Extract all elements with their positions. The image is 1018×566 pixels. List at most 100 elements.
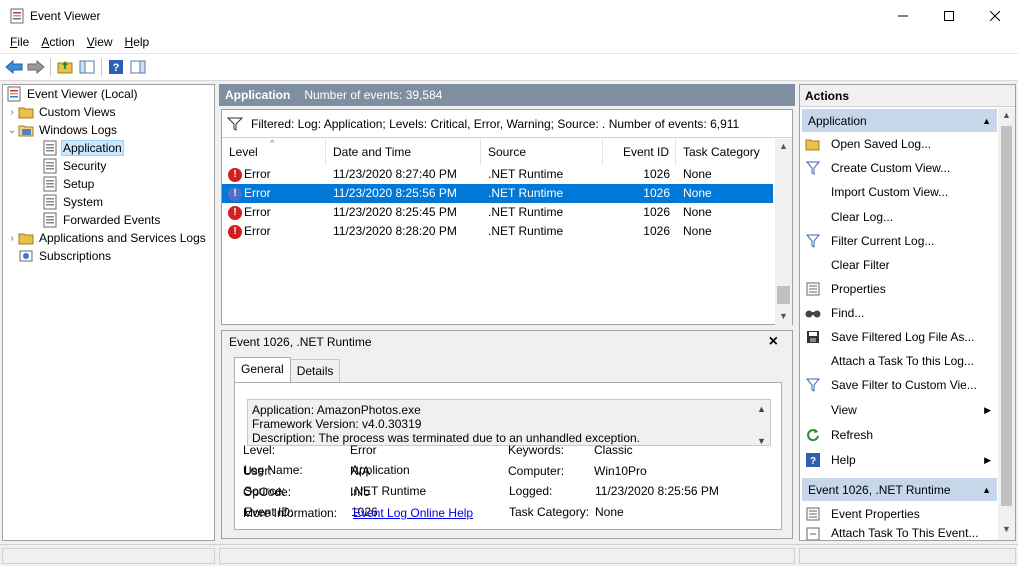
scroll-up-icon[interactable]: ▲ [753, 402, 770, 416]
log-icon [43, 176, 57, 192]
action-filter-current-log[interactable]: Filter Current Log... [802, 230, 997, 252]
field-value-opcode: Info [350, 485, 371, 499]
action-find[interactable]: Find... [802, 302, 997, 324]
action-save-filter-to-custom-view[interactable]: Save Filter to Custom Vie... [802, 374, 997, 396]
table-row[interactable]: ! Error 11/23/2020 8:25:56 PM .NET Runtim… [222, 184, 773, 203]
error-icon: ! [228, 167, 242, 182]
tree-item-system[interactable]: System [42, 193, 105, 211]
source-cell: .NET Runtime [488, 167, 564, 181]
scrollbar-thumb[interactable] [777, 286, 790, 304]
forward-button[interactable] [25, 56, 47, 78]
level-text: Error [244, 186, 271, 200]
tree-item-event-viewer-local[interactable]: Event Viewer (Local) [6, 85, 140, 103]
action-clear-filter[interactable]: Clear Filter [802, 254, 997, 276]
menu-bar: File Action View Help [0, 31, 1018, 53]
table-row[interactable]: ! Error 11/23/2020 8:27:40 PM .NET Runtim… [222, 165, 773, 184]
field-label-computer: Computer: [508, 464, 565, 478]
collapse-triangle-icon[interactable]: ▲ [982, 485, 991, 495]
events-scrollbar[interactable]: ▲ ▼ [775, 139, 792, 325]
scroll-down-icon[interactable]: ▼ [753, 434, 770, 445]
minimize-icon [898, 15, 908, 16]
filter-summary: Filtered: Log: Application; Levels: Crit… [251, 116, 740, 131]
column-header-date[interactable]: Date and Time [326, 139, 481, 165]
datetime-cell: 11/23/2020 8:28:20 PM [333, 224, 457, 238]
menu-file[interactable]: File [4, 35, 35, 49]
show-hide-tree-button[interactable] [76, 56, 98, 78]
collapse-triangle-icon[interactable]: ▲ [982, 116, 991, 126]
close-detail-icon[interactable]: × [769, 333, 778, 351]
tab-details[interactable]: Details [289, 359, 341, 384]
expand-chevron-icon[interactable]: › [6, 107, 18, 118]
datetime-cell: 11/23/2020 8:27:40 PM [333, 167, 457, 181]
action-attach-task-to-event[interactable]: Attach Task To This Event... [802, 526, 997, 540]
properties-icon [805, 281, 821, 297]
action-help[interactable]: ? Help ▶ [802, 449, 997, 471]
maximize-button[interactable] [926, 0, 972, 31]
find-icon [805, 305, 821, 321]
menu-view[interactable]: View [81, 35, 119, 49]
table-row[interactable]: ! Error 11/23/2020 8:28:20 PM .NET Runtim… [222, 222, 773, 241]
actions-section-application[interactable]: Application ▲ [802, 109, 997, 132]
properties-icon [805, 506, 821, 522]
column-header-task-category[interactable]: Task Category [676, 139, 773, 165]
event-description[interactable]: Application: AmazonPhotos.exe Framework … [247, 399, 771, 446]
scroll-up-icon[interactable]: ▲ [779, 141, 788, 151]
action-view[interactable]: View ▶ [802, 399, 997, 421]
up-folder-button[interactable] [54, 56, 76, 78]
column-header-source[interactable]: Source [481, 139, 603, 165]
collapse-chevron-icon[interactable]: ⌄ [6, 125, 18, 136]
scroll-down-icon[interactable]: ▼ [779, 311, 788, 321]
tree-item-custom-views[interactable]: › Custom Views [6, 103, 117, 121]
action-label: Filter Current Log... [831, 234, 935, 248]
tree-item-applications-and-services-logs[interactable]: › Applications and Services Logs [6, 229, 208, 247]
svg-text:?: ? [810, 456, 816, 467]
actions-scrollbar[interactable]: ▲ ▼ [998, 108, 1015, 540]
toolbar: ? [0, 53, 1018, 81]
tree-item-security[interactable]: Security [42, 157, 108, 175]
level-text: Error [244, 205, 271, 219]
action-label: Find... [831, 306, 865, 320]
close-button[interactable] [972, 0, 1018, 31]
menu-help-mnemonic: H [124, 35, 134, 49]
menu-help[interactable]: Help [119, 35, 156, 49]
tree-item-subscriptions[interactable]: Subscriptions [18, 247, 113, 265]
svg-text:?: ? [113, 62, 120, 74]
tab-general[interactable]: General [234, 357, 291, 382]
table-row[interactable]: ! Error 11/23/2020 8:25:45 PM .NET Runtim… [222, 203, 773, 222]
minimize-button[interactable] [880, 0, 926, 31]
expand-chevron-icon[interactable]: › [6, 233, 18, 244]
help-button[interactable]: ? [105, 56, 127, 78]
scroll-up-icon[interactable]: ▲ [1002, 110, 1011, 120]
menu-help-label: elp [133, 35, 150, 49]
scrollbar-thumb[interactable] [1001, 126, 1012, 506]
tree-item-setup[interactable]: Setup [42, 175, 96, 193]
blank-icon [805, 257, 821, 273]
error-icon: ! [228, 224, 242, 239]
actions-section-event[interactable]: Event 1026, .NET Runtime ▲ [802, 478, 997, 501]
action-clear-log[interactable]: Clear Log... [802, 206, 997, 228]
column-header-event-id[interactable]: Event ID [603, 139, 676, 165]
menu-action[interactable]: Action [35, 35, 80, 49]
column-header-level[interactable]: Level ^ [222, 138, 326, 165]
action-event-properties[interactable]: Event Properties [802, 503, 997, 525]
show-hide-action-pane-button[interactable] [127, 56, 149, 78]
menu-view-mnemonic: V [86, 35, 95, 49]
tree-item-forwarded-events[interactable]: Forwarded Events [42, 211, 162, 229]
action-create-custom-view[interactable]: Create Custom View... [802, 157, 997, 179]
description-scrollbar[interactable]: ▲ ▼ [753, 400, 770, 445]
tree-item-application[interactable]: Application [42, 139, 124, 157]
source-cell: .NET Runtime [488, 205, 564, 219]
event-log-online-help-link[interactable]: Event Log Online Help [353, 506, 473, 520]
action-import-custom-view[interactable]: Import Custom View... [802, 181, 997, 203]
action-attach-task-to-log[interactable]: Attach a Task To this Log... [802, 350, 997, 372]
show-hide-tree-icon [79, 60, 95, 74]
tree-item-windows-logs[interactable]: ⌄ Windows Logs [6, 121, 119, 139]
action-refresh[interactable]: Refresh [802, 424, 997, 446]
description-line: Application: AmazonPhotos.exe [252, 403, 421, 417]
action-open-saved-log[interactable]: Open Saved Log... [802, 133, 997, 155]
action-properties[interactable]: Properties [802, 278, 997, 300]
action-save-filtered-log[interactable]: Save Filtered Log File As... [802, 326, 997, 348]
back-button[interactable] [3, 56, 25, 78]
tree-item-label: Event Viewer (Local) [27, 87, 138, 101]
scroll-down-icon[interactable]: ▼ [1002, 524, 1011, 534]
